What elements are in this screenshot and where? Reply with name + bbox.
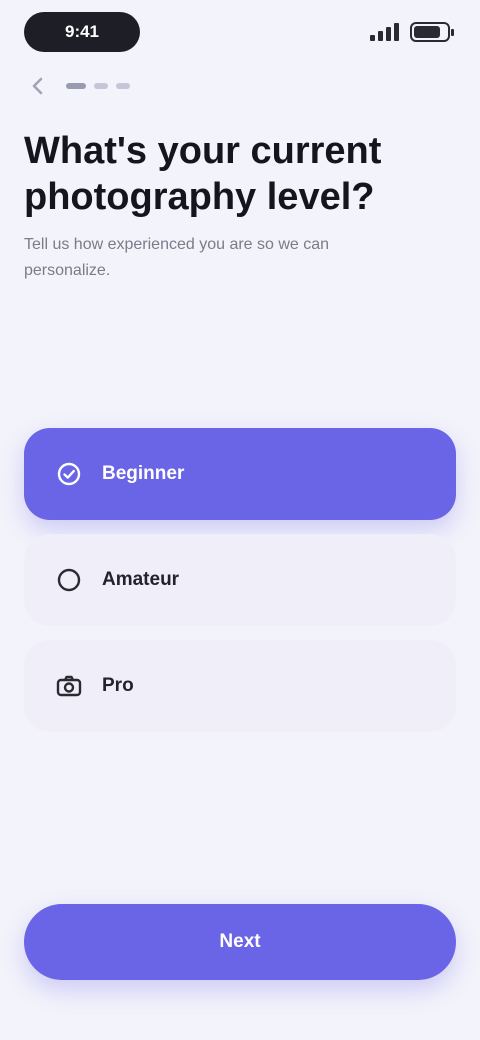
option-label: Amateur <box>102 569 180 590</box>
circle-icon <box>52 563 86 597</box>
step-dot <box>116 83 130 89</box>
battery-icon <box>410 22 454 42</box>
onboarding-screen: 9:41 What's your current photography lev… <box>0 0 480 1040</box>
page-subtitle: Tell us how experienced you are so we ca… <box>24 236 330 279</box>
level-options: Beginner Amateur Pro <box>24 428 456 746</box>
status-bar: 9:41 <box>0 0 480 64</box>
step-dot <box>94 83 108 89</box>
option-label: Pro <box>102 675 134 696</box>
page-title: What's your current photography level? <box>24 130 382 218</box>
signal-icon <box>370 23 400 41</box>
top-nav <box>24 72 130 100</box>
next-button[interactable]: Next <box>24 904 456 980</box>
option-pro[interactable]: Pro <box>24 640 456 732</box>
check-circle-icon <box>52 457 86 491</box>
back-arrow-icon[interactable] <box>24 72 52 100</box>
step-dot <box>66 83 86 89</box>
status-time: 9:41 <box>24 12 140 52</box>
option-beginner[interactable]: Beginner <box>24 428 456 520</box>
step-indicator <box>66 83 130 89</box>
option-amateur[interactable]: Amateur <box>24 534 456 626</box>
status-indicators <box>370 22 454 42</box>
option-label: Beginner <box>102 463 185 484</box>
camera-icon <box>52 669 86 703</box>
